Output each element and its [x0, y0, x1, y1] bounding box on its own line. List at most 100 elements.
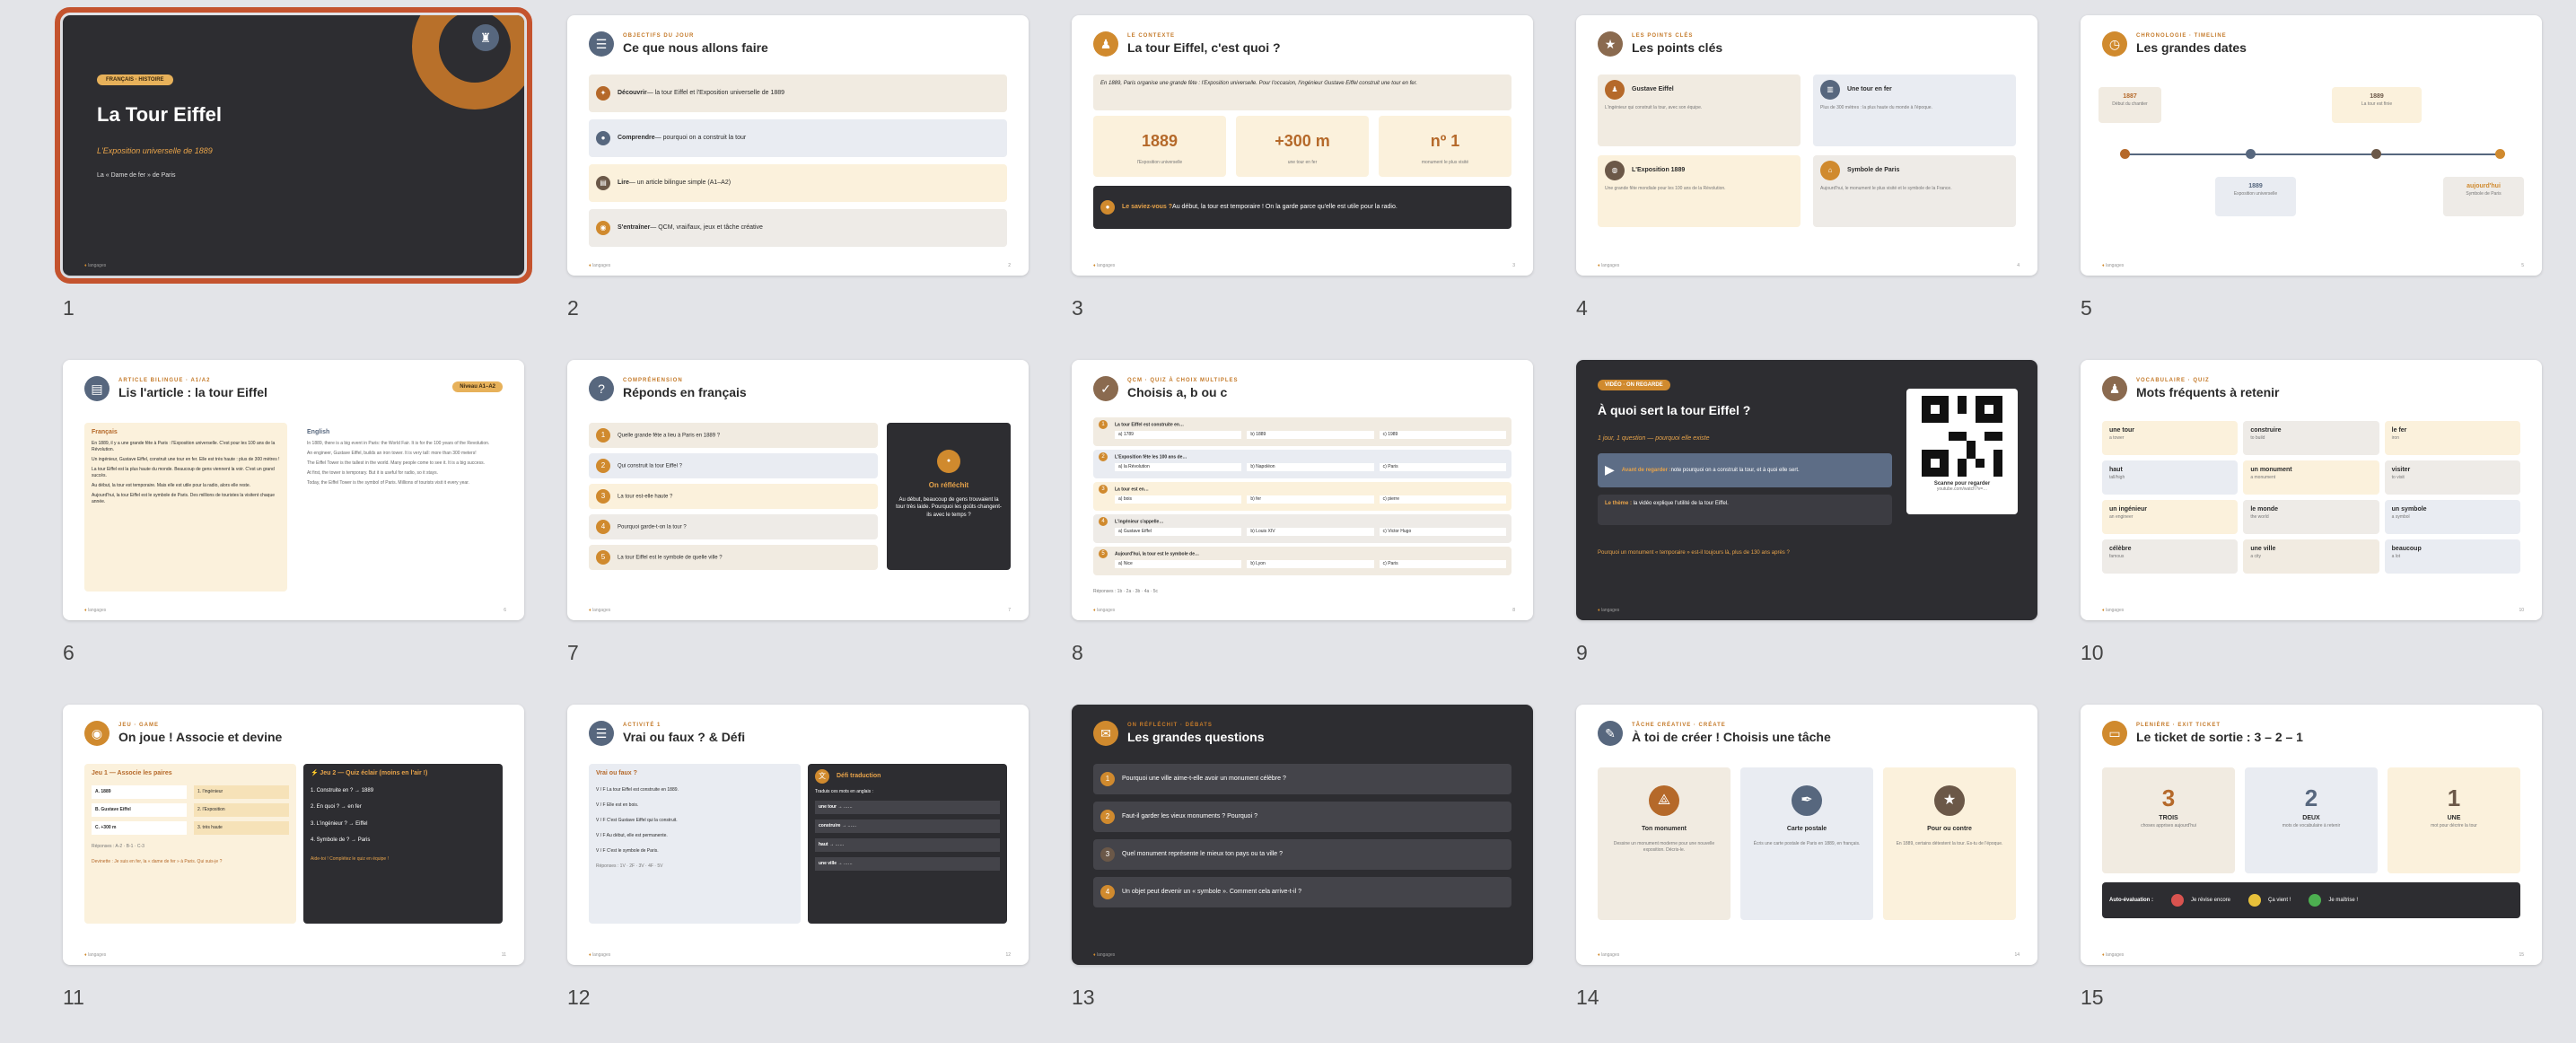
red-dot-icon[interactable]: [2171, 894, 2184, 907]
timeline-card: 1889 La tour est finie: [2332, 87, 2422, 123]
translate-icon: 文: [815, 769, 829, 784]
vocab-card: un ingénieur an engineer: [2102, 500, 2239, 534]
slide-thumb-12[interactable]: ☰ ACTIVITÉ 1 Vrai ou faux ? & Défi Vrai ou…: [567, 705, 1029, 965]
book-icon: ▤: [596, 176, 610, 190]
vocab-card: un symbole a symbol: [2384, 500, 2520, 534]
task-card[interactable]: ★ Pour ou contre En 1889, certains déteste…: [1883, 767, 2016, 920]
slide-number-9: 9: [1576, 641, 1588, 664]
slide-thumb-14[interactable]: ✎ TÂCHE CRÉATIVE · CRÉATE À toi de créer !…: [1576, 705, 2037, 965]
footer-brand: langages: [87, 263, 107, 268]
question-row: 2 Qui construit la tour Eiffel ?: [589, 453, 878, 478]
timeline-dot: [2495, 149, 2505, 159]
gamepad-icon: ◉: [84, 721, 110, 746]
slide-number-12: 12: [567, 986, 591, 1009]
stat-card: nº 1 monument le plus visité: [1379, 116, 1511, 177]
check-icon: ✓: [1093, 376, 1118, 401]
slide-thumb-9[interactable]: VIDÉO · ON REGARDE À quoi sert la tour E…: [1576, 360, 2037, 620]
timeline-line: [2124, 153, 2501, 155]
slide-thumb-2[interactable]: ☰ OBJECTIFS DU JOUR Ce que nous allons fai…: [567, 15, 1029, 276]
slide-number-15: 15: [2081, 986, 2104, 1009]
objective-row: ◉ S'entraîner — QCM, vrai/faux, jeux et t…: [589, 209, 1007, 247]
reflection-card: ● On réfléchit Au début, beaucoup de gen…: [887, 423, 1011, 570]
slide-number-5: 5: [2081, 296, 2092, 320]
slide-thumb-7[interactable]: ? COMPRÉHENSION Réponds en français 1 Quell…: [567, 360, 1029, 620]
slide-title: Le ticket de sortie : 3 – 2 – 1: [2136, 730, 2303, 744]
green-dot-icon[interactable]: [2309, 894, 2322, 907]
vocab-grid: une tour a tower construire to build le fe…: [2102, 421, 2520, 574]
slide-number-6: 6: [63, 641, 74, 664]
timeline-dot: [2246, 149, 2256, 159]
timeline-dot: [2120, 149, 2130, 159]
deck-line: La « Dame de fer » de Paris: [97, 172, 176, 179]
slide-title: À quoi sert la tour Eiffel ?: [1598, 403, 1751, 417]
slide-title: Les points clés: [1632, 40, 1723, 55]
pen-icon: ✒: [1792, 785, 1822, 816]
play-banner[interactable]: ▶ Avant de regarder : note pourquoi on a …: [1598, 453, 1892, 487]
vocab-card: une ville a city: [2243, 539, 2379, 574]
qcm-question: 3 La tour est en… a) bois b) fer c) pierre: [1093, 482, 1511, 511]
task-card[interactable]: ✒ Carte postale Écris une carte postale de…: [1740, 767, 1873, 920]
bulb-icon: ●: [937, 450, 960, 473]
slide-thumb-4[interactable]: ★ LES POINTS CLÉS Les points clés ♟ Gustave…: [1576, 15, 2037, 276]
translation-panel: 文 Défi traduction Traduis ces mots en ang…: [808, 764, 1007, 924]
game-icon: ◉: [596, 221, 610, 235]
slide-thumb-11[interactable]: ◉ JEU · GAME On joue ! Associe et devine J…: [63, 705, 524, 965]
slide-number-10: 10: [2081, 641, 2104, 664]
pencil-icon: ✎: [1598, 721, 1623, 746]
slide-thumb-15[interactable]: ▭ PLENIÈRE · EXIT TICKET Le ticket de sort…: [2081, 705, 2542, 965]
slide-title: Ce que nous allons faire: [623, 40, 768, 55]
fact-banner: ● Le saviez-vous ? Au début, la tour est …: [1093, 186, 1511, 229]
lightning-icon: ⚡: [311, 770, 319, 776]
game-1-panel: Jeu 1 — Associe les paires A. 1889 B. Gus…: [84, 764, 296, 924]
person-icon: ♟: [1093, 31, 1118, 57]
context-intro: En 1889, Paris organise une grande fête …: [1093, 74, 1511, 110]
translation-field[interactable]: une tour → ……: [815, 801, 1000, 814]
exit-ticket-card: 1 UNE mot pour décrire la tour: [2388, 767, 2520, 873]
slide-thumb-10[interactable]: ♟ VOCABULAIRE · QUIZ Mots fréquents à rete…: [2081, 360, 2542, 620]
list-icon: ☰: [589, 721, 614, 746]
vocab-card: le fer iron: [2384, 421, 2520, 455]
vocab-card: le monde the world: [2243, 500, 2379, 534]
slide-thumb-1[interactable]: ♜ FRANÇAIS · HISTOIRE La Tour Eiffel L'E…: [55, 7, 532, 284]
slide-thumb-6[interactable]: ▤ ARTICLE BILINGUE · A1/A2 Lis l'article :…: [63, 360, 524, 620]
slide-thumb-8[interactable]: ✓ QCM · QUIZ À CHOIX MULTIPLES Choisis a, …: [1072, 360, 1533, 620]
task-card[interactable]: ⟁ Ton monument Dessine un monument moderne…: [1598, 767, 1730, 920]
exit-ticket-card: 2 DEUX mots de vocabulaire à retenir: [2245, 767, 2378, 873]
slide-number-7: 7: [567, 641, 579, 664]
slide-kicker: OBJECTIFS DU JOUR: [623, 33, 695, 39]
objective-row: ▤ Lire — un article bilingue simple (A1–A…: [589, 164, 1007, 202]
slide-number-14: 14: [1576, 986, 1599, 1009]
building-icon: ▥: [1820, 80, 1840, 100]
key-point-card: ▥ Une tour en fer Plus de 300 mètres : la …: [1813, 74, 2016, 146]
question-row: 4 Pourquoi garde-t-on la tour ?: [589, 514, 878, 539]
yellow-dot-icon[interactable]: [2248, 894, 2262, 907]
timeline-dot: [2371, 149, 2381, 159]
video-tag: VIDÉO · ON REGARDE: [1598, 380, 1670, 390]
qr-code-icon[interactable]: [1922, 396, 2002, 477]
translation-field[interactable]: construire → ……: [815, 820, 1000, 833]
orange-circle-decoration: [412, 15, 524, 110]
slide-number-4: 4: [1576, 296, 1588, 320]
objective-row: ✦ Découvrir — la tour Eiffel et l'Exposit…: [589, 74, 1007, 112]
true-false-panel: Vrai ou faux ? V / F La tour Eiffel est …: [589, 764, 801, 924]
translation-field[interactable]: haut → ……: [815, 838, 1000, 852]
reflection-question: Pourquoi un monument « temporaire » est-…: [1598, 550, 1790, 556]
slide-title: Lis l'article : la tour Eiffel: [118, 385, 267, 399]
question-icon: ?: [589, 376, 614, 401]
discover-icon: ✦: [596, 86, 610, 101]
slide-thumb-13[interactable]: ✉ ON RÉFLÉCHIT · DÉBATS Les grandes questi…: [1072, 705, 1533, 965]
bulb-icon: ●: [1100, 200, 1115, 215]
question-row: 1 Quelle grande fête a lieu à Paris en 18…: [589, 423, 878, 448]
slide-title: Vrai ou faux ? & Défi: [623, 730, 746, 744]
slide-thumb-3[interactable]: ♟ LE CONTEXTE La tour Eiffel, c'est quoi ?…: [1072, 15, 1533, 276]
video-subtitle: 1 jour, 1 question — pourquoi elle exist…: [1598, 435, 1710, 442]
slide-number-13: 13: [1072, 986, 1095, 1009]
play-icon[interactable]: ▶: [1605, 461, 1615, 479]
slide-thumb-5[interactable]: ◷ CHRONOLOGIE · TIMELINE Les grandes dates…: [2081, 15, 2542, 276]
vocab-card: haut tall/high: [2102, 460, 2239, 495]
translation-field[interactable]: une ville → ……: [815, 857, 1000, 871]
vocab-card: célèbre famous: [2102, 539, 2239, 574]
objective-row: ● Comprendre — pourquoi on a construit la…: [589, 119, 1007, 157]
clock-icon: ◷: [2102, 31, 2127, 57]
bulb-icon: ●: [596, 131, 610, 145]
